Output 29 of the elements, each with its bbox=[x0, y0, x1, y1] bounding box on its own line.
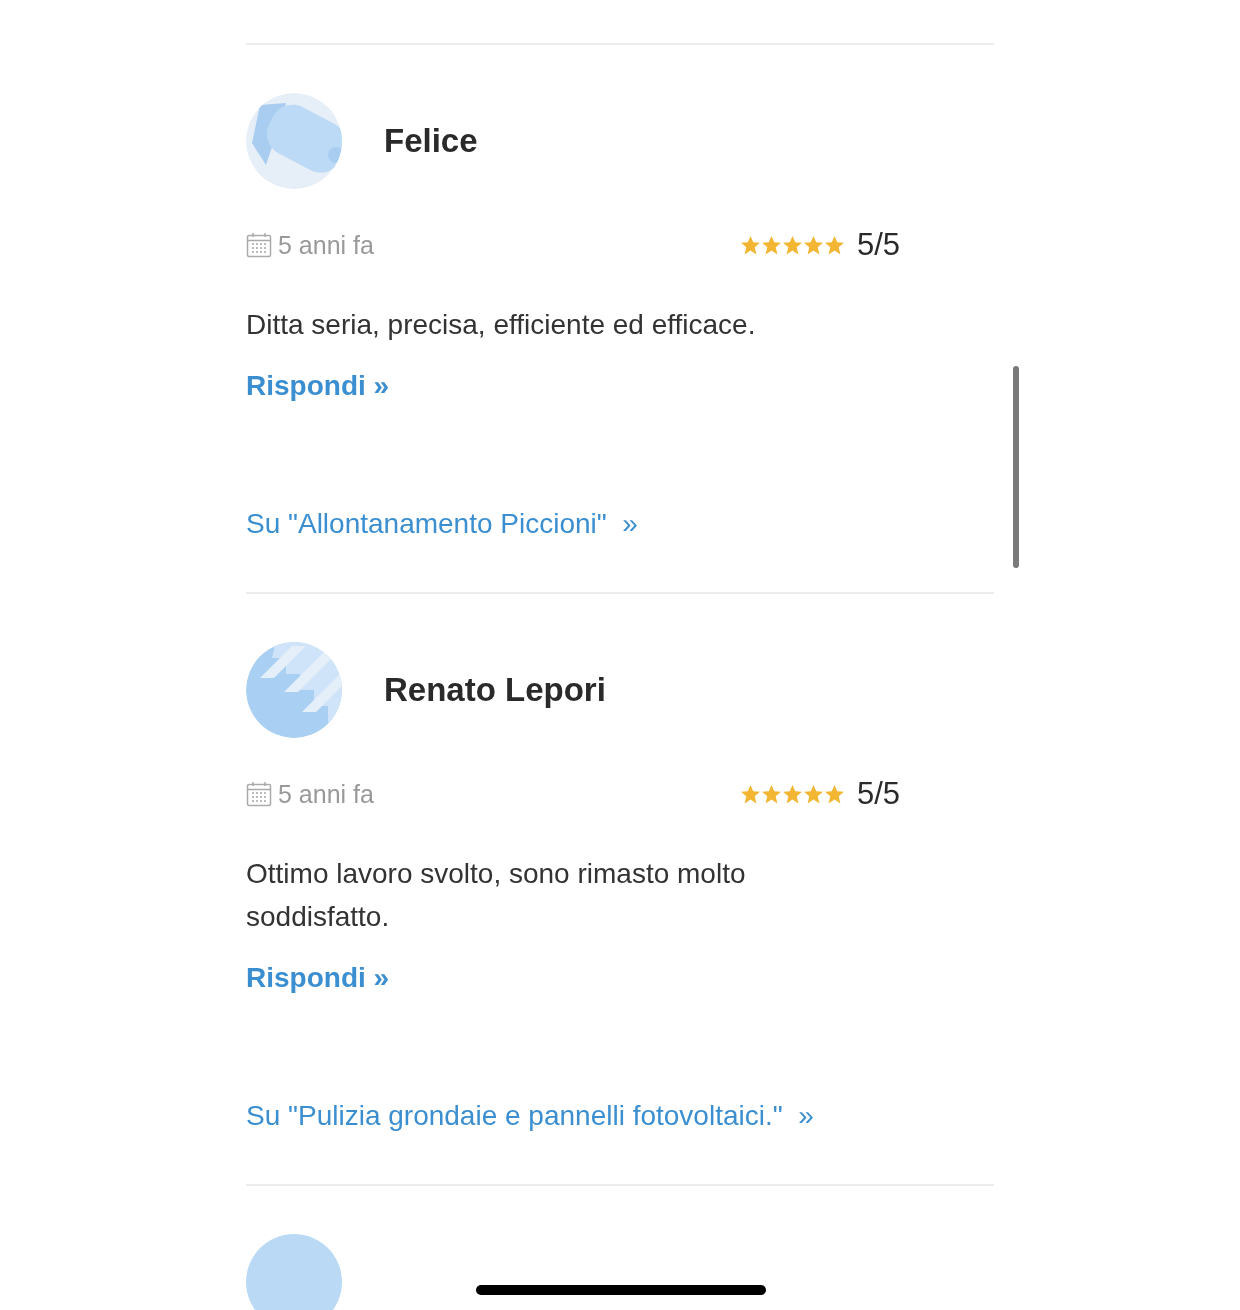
review-text: Ottimo lavoro svolto, sono rimasto molto soddisfatto. bbox=[246, 857, 747, 934]
star-icon bbox=[823, 783, 845, 805]
star-icon bbox=[781, 234, 803, 256]
scrollbar[interactable] bbox=[1013, 366, 1019, 568]
avatar-icon bbox=[246, 642, 342, 738]
calendar-icon bbox=[246, 781, 272, 807]
review-text: Ditta seria, precisa, efficiente ed efficace. bbox=[246, 308, 757, 342]
star-icon bbox=[739, 783, 761, 805]
avatar-icon bbox=[246, 93, 342, 189]
author-name: Renato Lepori bbox=[384, 671, 606, 709]
reply-link[interactable]: Rispondi » bbox=[246, 366, 390, 406]
reply-link[interactable]: Rispondi » bbox=[246, 958, 390, 998]
star-icon bbox=[781, 783, 803, 805]
author-name: Felice bbox=[384, 122, 478, 160]
calendar-icon bbox=[246, 232, 272, 258]
home-indicator[interactable] bbox=[476, 1285, 766, 1295]
star-icon bbox=[802, 783, 824, 805]
star-icon bbox=[739, 234, 761, 256]
review-date: 5 anni fa bbox=[278, 779, 374, 809]
star-icon bbox=[760, 234, 782, 256]
rating-score: 5/5 bbox=[856, 227, 900, 263]
service-link[interactable]: Su "Allontanamento Piccioni" » bbox=[246, 504, 638, 544]
avatar-icon bbox=[246, 1234, 342, 1310]
star-icon bbox=[802, 234, 824, 256]
review-date: 5 anni fa bbox=[278, 230, 374, 260]
rating-score: 5/5 bbox=[856, 776, 900, 812]
star-icon bbox=[760, 783, 782, 805]
service-link[interactable]: Su "Pulizia grondaie e pannelli fotovoltaici." » bbox=[246, 1096, 814, 1136]
star-icon bbox=[823, 234, 845, 256]
